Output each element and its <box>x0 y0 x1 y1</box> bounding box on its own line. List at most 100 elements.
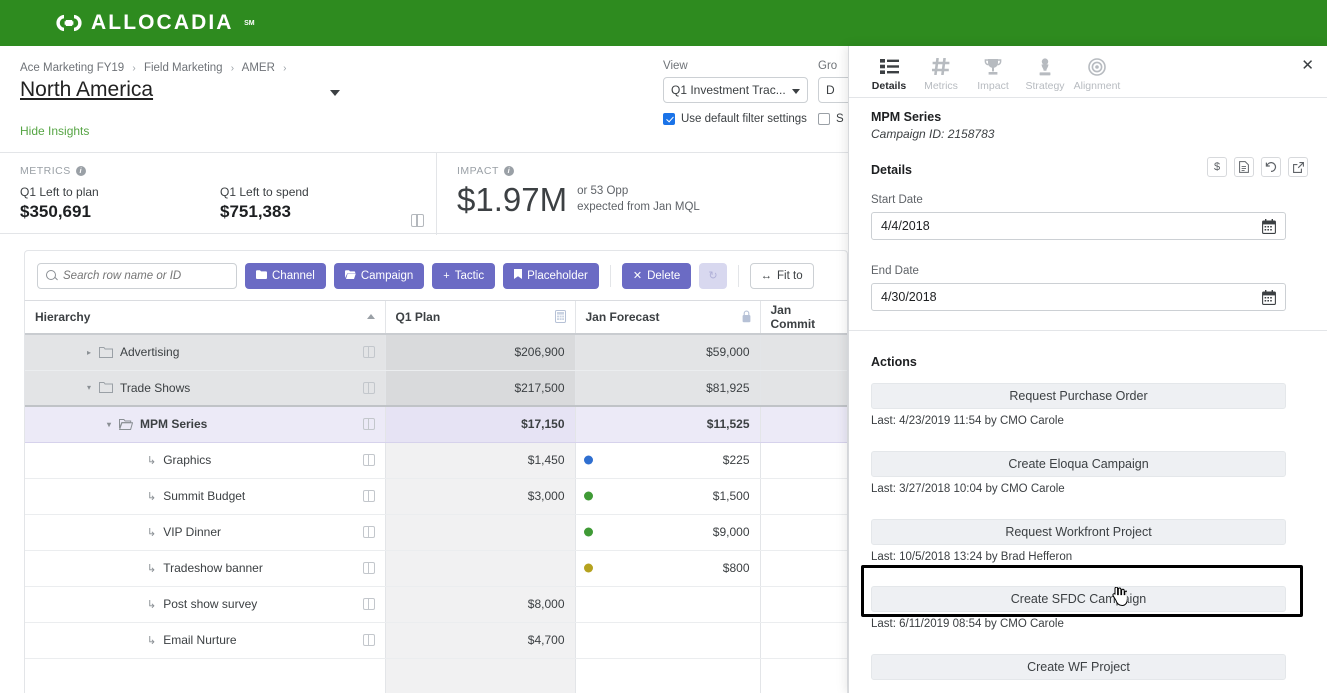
table-row[interactable]: ↳ Summit Budget $3,000 $1,500 <box>25 478 847 515</box>
breadcrumb-item-0[interactable]: Ace Marketing FY19 <box>20 62 124 74</box>
calendar-icon[interactable] <box>1262 290 1276 308</box>
cell-q1-plan[interactable]: $4,700 <box>385 622 576 659</box>
search-input[interactable] <box>63 269 228 282</box>
cell-jan-forecast[interactable] <box>575 622 761 659</box>
tab-details[interactable]: Details <box>863 46 915 97</box>
use-default-filter-checkbox[interactable]: Use default filter settings <box>663 113 808 125</box>
table-row[interactable]: ↳ Tradeshow banner $800 <box>25 550 847 587</box>
cell-jan-forecast[interactable]: $1,500 <box>575 478 761 515</box>
dollar-icon[interactable]: $ <box>1207 157 1227 177</box>
cell-jan-forecast[interactable]: $81,925 <box>575 370 761 407</box>
cell-jan-forecast[interactable]: $11,525 <box>575 406 761 443</box>
brand-logo[interactable]: ALLOCADIA SM <box>56 10 255 36</box>
cell-hierarchy[interactable]: ↳ Tradeshow banner <box>25 550 386 587</box>
view-select[interactable]: Q1 Investment Trac... <box>663 77 808 103</box>
end-date-input[interactable]: 4/30/2018 <box>871 283 1286 311</box>
cell-jan-commit[interactable] <box>760 442 847 479</box>
cell-jan-commit[interactable] <box>760 406 847 443</box>
row-detail-icon[interactable] <box>362 526 375 538</box>
breadcrumb-item-1[interactable]: Field Marketing <box>144 62 223 74</box>
info-icon[interactable]: i <box>503 166 514 176</box>
cell-hierarchy[interactable]: ↳ Post show survey <box>25 586 386 623</box>
tab-strategy[interactable]: Strategy <box>1019 46 1071 97</box>
cell-q1-plan[interactable] <box>385 550 576 587</box>
row-detail-icon[interactable] <box>362 562 375 574</box>
tab-metrics[interactable]: Metrics <box>915 46 967 97</box>
cell-q1-plan[interactable]: $206,900 <box>385 334 576 371</box>
cell-hierarchy[interactable]: ↳ Email Nurture <box>25 622 386 659</box>
create-sfdc-campaign-button[interactable]: Create SFDC Campaign <box>871 586 1286 612</box>
close-icon[interactable]: ✕ <box>1301 58 1314 73</box>
group-select[interactable]: D <box>818 77 848 103</box>
start-date-input[interactable]: 4/4/2018 <box>871 212 1286 240</box>
table-row[interactable]: ↳ Graphics $1,450 $225 <box>25 442 847 479</box>
row-detail-icon[interactable] <box>362 490 375 502</box>
page-title-dropdown-icon[interactable] <box>330 90 340 96</box>
tab-alignment[interactable]: Alignment <box>1071 46 1123 97</box>
cell-jan-forecast[interactable] <box>575 586 761 623</box>
table-row[interactable]: Advertising $206,900 $59,000 <box>25 334 847 371</box>
table-row[interactable]: ↳ Email Nurture $4,700 <box>25 622 847 659</box>
row-detail-icon[interactable] <box>362 634 375 646</box>
cell-jan-commit[interactable] <box>760 514 847 551</box>
cell-q1-plan[interactable]: $17,150 <box>385 406 576 443</box>
row-detail-icon[interactable] <box>362 418 375 431</box>
column-layout-icon[interactable] <box>411 214 424 227</box>
chevron-down-icon[interactable] <box>87 383 99 392</box>
chevron-down-icon[interactable] <box>107 420 119 429</box>
cell-jan-forecast[interactable]: $9,000 <box>575 514 761 551</box>
delete-button[interactable]: ✕ Delete <box>621 262 692 289</box>
create-eloqua-campaign-button[interactable]: Create Eloqua Campaign <box>871 451 1286 477</box>
cell-hierarchy[interactable]: MPM Series <box>25 406 386 443</box>
cell-q1-plan[interactable]: $8,000 <box>385 586 576 623</box>
breadcrumb-item-2[interactable]: AMER <box>242 62 275 74</box>
hide-insights-link[interactable]: Hide Insights <box>20 124 89 138</box>
info-icon[interactable]: i <box>75 166 86 176</box>
calendar-icon[interactable] <box>1262 219 1276 237</box>
table-row[interactable]: Trade Shows $217,500 $81,925 <box>25 370 847 407</box>
column-header-jan-forecast[interactable]: Jan Forecast <box>575 301 761 335</box>
search-box[interactable] <box>37 262 237 289</box>
row-detail-icon[interactable] <box>362 346 375 359</box>
undo-button[interactable]: ↻ <box>699 262 727 289</box>
cell-hierarchy[interactable]: Advertising <box>25 334 386 371</box>
column-header-hierarchy[interactable]: Hierarchy <box>25 301 386 335</box>
row-detail-icon[interactable] <box>362 381 375 394</box>
column-header-jan-commit[interactable]: Jan Commit <box>760 301 847 335</box>
add-tactic-button[interactable]: + Tactic <box>432 262 496 289</box>
add-campaign-button[interactable]: Campaign <box>333 262 425 289</box>
cell-hierarchy[interactable]: ↳ Summit Budget <box>25 478 386 515</box>
fit-to-width-button[interactable]: ↔ Fit to <box>749 262 814 289</box>
cell-jan-commit[interactable] <box>760 550 847 587</box>
history-icon[interactable] <box>1261 157 1281 177</box>
column-header-q1-plan[interactable]: Q1 Plan <box>385 301 576 335</box>
cell-jan-forecast[interactable]: $800 <box>575 550 761 587</box>
cell-q1-plan[interactable] <box>385 514 576 551</box>
table-row[interactable]: ↳ VIP Dinner $9,000 <box>25 514 847 551</box>
add-channel-button[interactable]: Channel <box>245 262 326 289</box>
table-row[interactable]: MPM Series $17,150 $11,525 <box>25 406 847 443</box>
request-purchase-order-button[interactable]: Request Purchase Order <box>871 383 1286 409</box>
cell-jan-commit[interactable] <box>760 334 847 371</box>
cell-hierarchy[interactable]: Trade Shows <box>25 370 386 407</box>
cell-jan-commit[interactable] <box>760 370 847 407</box>
cell-jan-commit[interactable] <box>760 478 847 515</box>
cell-hierarchy[interactable]: ↳ Graphics <box>25 442 386 479</box>
table-row[interactable]: ↳ Post show survey $8,000 <box>25 586 847 623</box>
cell-q1-plan[interactable]: $3,000 <box>385 478 576 515</box>
row-detail-icon[interactable] <box>362 598 375 610</box>
tab-impact[interactable]: Impact <box>967 46 1019 97</box>
cell-jan-forecast[interactable]: $225 <box>575 442 761 479</box>
cell-q1-plan[interactable]: $1,450 <box>385 442 576 479</box>
cell-q1-plan[interactable]: $217,500 <box>385 370 576 407</box>
cell-jan-forecast[interactable]: $59,000 <box>575 334 761 371</box>
row-detail-icon[interactable] <box>362 454 375 466</box>
create-wf-project-button[interactable]: Create WF Project <box>871 654 1286 680</box>
cell-jan-commit[interactable] <box>760 586 847 623</box>
add-placeholder-button[interactable]: Placeholder <box>503 262 599 289</box>
document-icon[interactable] <box>1234 157 1254 177</box>
group-checkbox[interactable]: S <box>818 113 848 125</box>
chevron-right-icon[interactable] <box>87 348 99 357</box>
external-link-icon[interactable] <box>1288 157 1308 177</box>
cell-jan-commit[interactable] <box>760 622 847 659</box>
